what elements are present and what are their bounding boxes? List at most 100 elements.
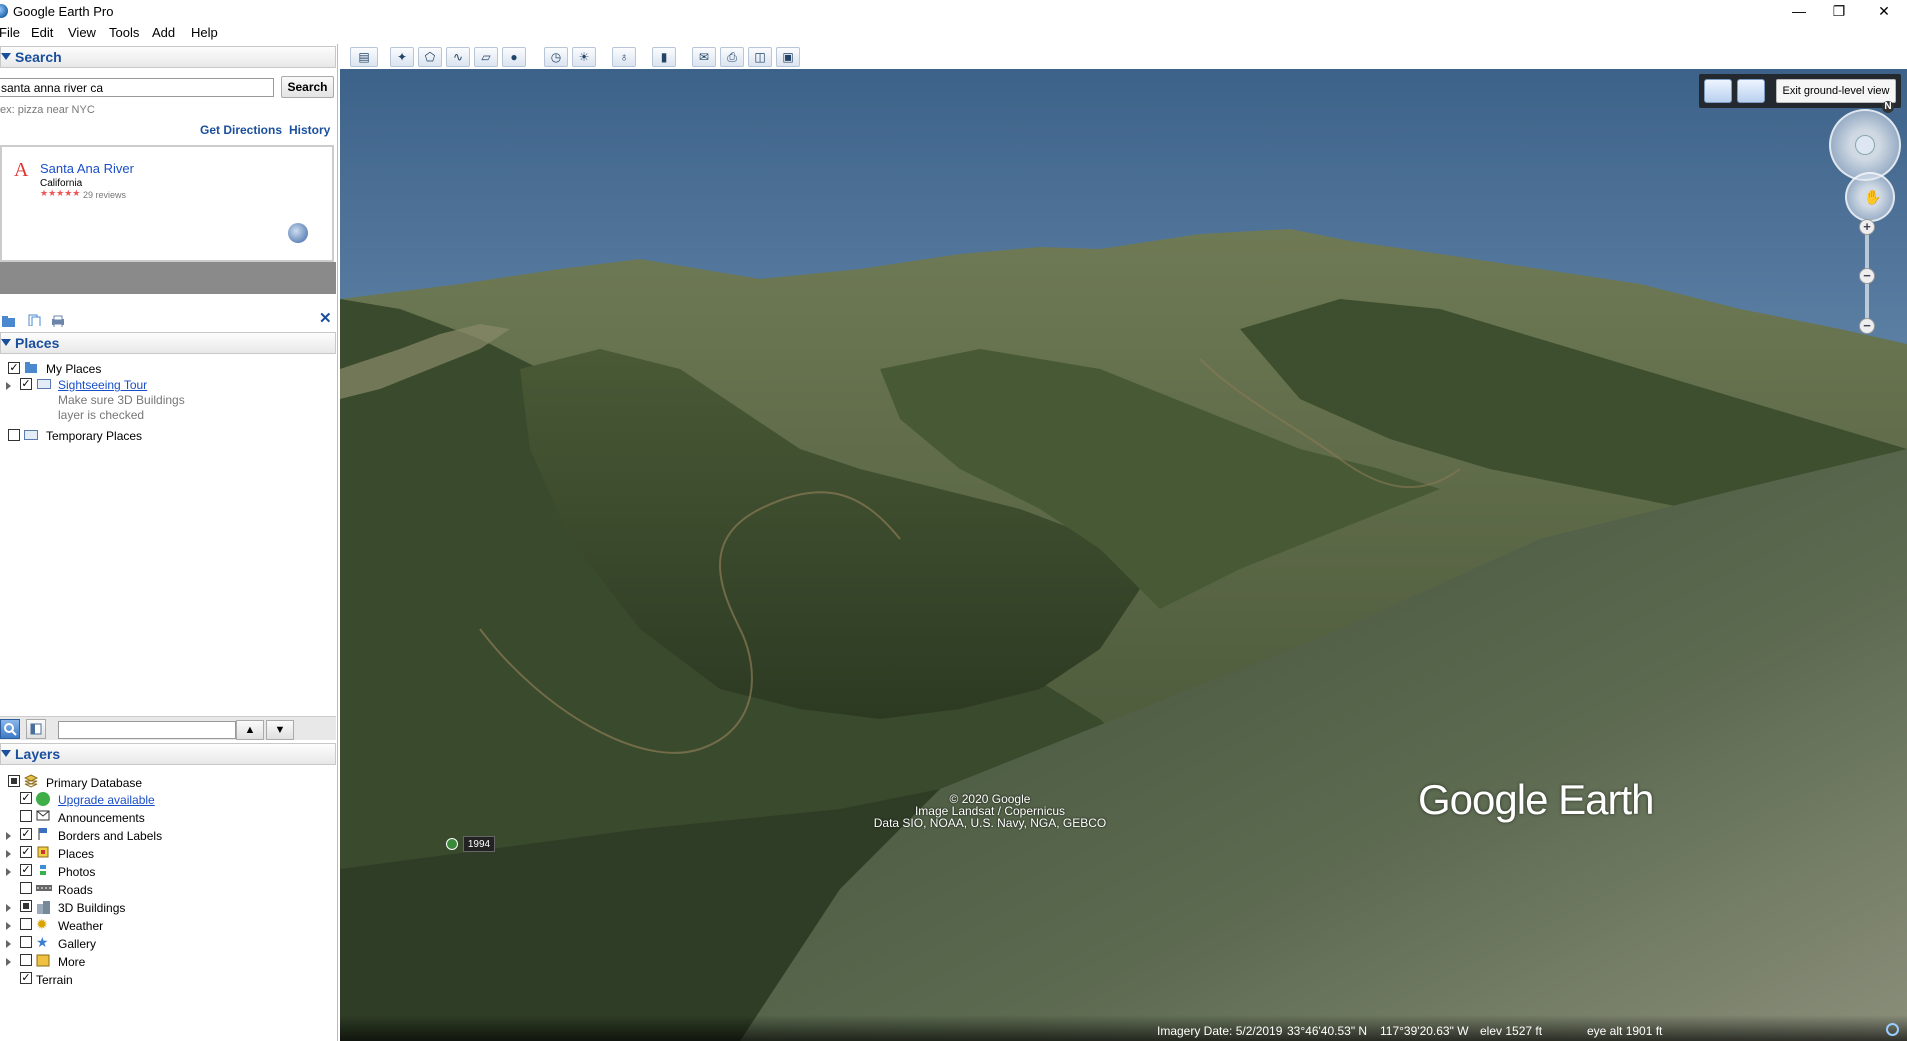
view-in-maps-icon[interactable]: ◫ — [748, 47, 772, 67]
roads-checkbox[interactable] — [20, 882, 32, 894]
planets-icon[interactable]: ♁ — [612, 47, 636, 67]
expand-arrow-icon[interactable] — [6, 850, 11, 858]
panel-toggle-icon[interactable] — [26, 719, 46, 739]
search-panel-header[interactable]: Search — [0, 46, 336, 68]
layer-weather[interactable]: Weather — [58, 918, 103, 934]
road-icon — [36, 882, 52, 896]
layers-panel-header[interactable]: Layers — [0, 743, 336, 765]
places-panel-header[interactable]: Places — [0, 332, 336, 354]
places-search-input[interactable] — [58, 721, 236, 739]
zoom-in-button[interactable]: + — [1859, 219, 1875, 235]
history-link[interactable]: History — [289, 123, 330, 137]
search-button[interactable]: Search — [281, 76, 334, 98]
add-folder-icon[interactable] — [1, 315, 15, 327]
expand-arrow-icon[interactable] — [6, 382, 11, 390]
buildings-icon — [36, 899, 50, 914]
places-layer-checkbox[interactable]: ✓ — [20, 846, 32, 858]
save-image-icon[interactable]: ▣ — [776, 47, 800, 67]
person-icon[interactable] — [1704, 79, 1732, 103]
announcements-checkbox[interactable] — [20, 810, 32, 822]
my-places-label[interactable]: My Places — [46, 361, 101, 377]
move-control[interactable]: ✋ — [1845, 172, 1895, 222]
sidebar-toggle-icon[interactable]: ▤ — [350, 47, 378, 67]
globe-icon[interactable] — [288, 223, 308, 243]
search-places-icon[interactable] — [0, 719, 20, 739]
layer-primary-database[interactable]: Primary Database — [46, 775, 142, 791]
expand-arrow-icon[interactable] — [6, 904, 11, 912]
menu-file[interactable]: File — [0, 25, 20, 40]
expand-arrow-icon[interactable] — [6, 958, 11, 966]
result-marker-a-icon[interactable]: A — [14, 159, 28, 182]
layer-3d-buildings[interactable]: 3D Buildings — [58, 900, 125, 916]
close-panel-icon[interactable]: ✕ — [319, 309, 332, 327]
maximize-button[interactable]: ❐ — [1816, 0, 1862, 22]
print-icon[interactable] — [51, 315, 65, 327]
gallery-checkbox[interactable] — [20, 936, 32, 948]
layer-roads[interactable]: Roads — [58, 882, 93, 898]
3d-buildings-checkbox[interactable] — [20, 900, 32, 912]
temporary-places-checkbox[interactable] — [8, 429, 20, 441]
temporary-places-label[interactable]: Temporary Places — [46, 428, 142, 444]
imagery-date: Imagery Date: 5/2/2019 — [1157, 1024, 1283, 1038]
sightseeing-tour-checkbox[interactable]: ✓ — [20, 378, 32, 390]
borders-checkbox[interactable]: ✓ — [20, 828, 32, 840]
record-tour-icon[interactable]: ● — [502, 47, 526, 67]
menu-view[interactable]: View — [68, 25, 96, 40]
photos-checkbox[interactable]: ✓ — [20, 864, 32, 876]
menu-tools[interactable]: Tools — [109, 25, 139, 40]
look-around-control[interactable] — [1829, 109, 1901, 181]
imagery-attribution: © 2020 Google Image Landsat / Copernicus… — [874, 793, 1107, 829]
get-directions-link[interactable]: Get Directions — [200, 123, 282, 137]
more-checkbox[interactable] — [20, 954, 32, 966]
upgrade-available-link[interactable]: Upgrade available — [58, 792, 155, 808]
expand-arrow-icon[interactable] — [6, 922, 11, 930]
sunlight-icon[interactable]: ☀ — [572, 47, 596, 67]
search-up-arrow-icon[interactable]: ▲ — [236, 720, 264, 740]
historical-clock-icon[interactable] — [446, 838, 458, 850]
weather-checkbox[interactable] — [20, 918, 32, 930]
layer-photos[interactable]: Photos — [58, 864, 95, 880]
terrain-scene — [340, 69, 1907, 1041]
search-input[interactable] — [0, 78, 274, 97]
historical-imagery-icon[interactable]: ◷ — [544, 47, 568, 67]
layer-gallery[interactable]: Gallery — [58, 936, 96, 952]
expand-arrow-icon[interactable] — [6, 868, 11, 876]
upgrade-checkbox[interactable]: ✓ — [20, 792, 32, 804]
primary-database-checkbox[interactable] — [8, 775, 20, 787]
status-bar: Imagery Date: 5/2/2019 33°46'40.53" N 11… — [340, 1015, 1907, 1041]
layer-terrain[interactable]: Terrain — [36, 972, 73, 988]
my-places-checkbox[interactable]: ✓ — [8, 362, 20, 374]
add-polygon-icon[interactable]: ⬠ — [418, 47, 442, 67]
3d-view-icon[interactable] — [1737, 79, 1765, 103]
layer-more[interactable]: More — [58, 954, 85, 970]
my-places-icon — [24, 361, 38, 375]
expand-arrow-icon[interactable] — [6, 940, 11, 948]
add-path-icon[interactable]: ∿ — [446, 47, 470, 67]
envelope-icon — [36, 810, 50, 824]
zoom-out-button[interactable]: − — [1859, 318, 1875, 334]
add-placemark-icon[interactable]: ✦ — [390, 47, 414, 67]
menu-edit[interactable]: Edit — [31, 25, 53, 40]
ruler-icon[interactable]: ▮ — [652, 47, 676, 67]
sightseeing-tour-note-line2: layer is checked — [58, 408, 145, 422]
zoom-slider-thumb[interactable]: − — [1859, 268, 1875, 284]
close-button[interactable]: ✕ — [1861, 0, 1907, 22]
menu-add[interactable]: Add — [152, 25, 175, 40]
earth-3d-viewport[interactable]: Exit ground-level view N ✋ + − − © 2020 … — [340, 69, 1907, 1041]
search-down-arrow-icon[interactable]: ▼ — [266, 720, 294, 740]
north-compass-icon[interactable]: N — [1882, 101, 1894, 113]
layer-places[interactable]: Places — [58, 846, 94, 862]
copy-icon[interactable] — [27, 314, 41, 326]
print-icon[interactable]: ⎙ — [720, 47, 744, 67]
terrain-checkbox[interactable]: ✓ — [20, 972, 32, 984]
result-reviews: 29 reviews — [83, 190, 127, 200]
layer-borders-labels[interactable]: Borders and Labels — [58, 828, 162, 844]
menu-help[interactable]: Help — [191, 25, 218, 40]
add-overlay-icon[interactable]: ▱ — [474, 47, 498, 67]
sightseeing-tour-link[interactable]: Sightseeing Tour — [58, 377, 147, 393]
exit-ground-level-button[interactable]: Exit ground-level view — [1776, 79, 1896, 103]
layer-announcements[interactable]: Announcements — [58, 810, 145, 826]
email-icon[interactable]: ✉ — [692, 47, 716, 67]
expand-arrow-icon[interactable] — [6, 832, 11, 840]
result-name-link[interactable]: Santa Ana River — [40, 161, 134, 176]
